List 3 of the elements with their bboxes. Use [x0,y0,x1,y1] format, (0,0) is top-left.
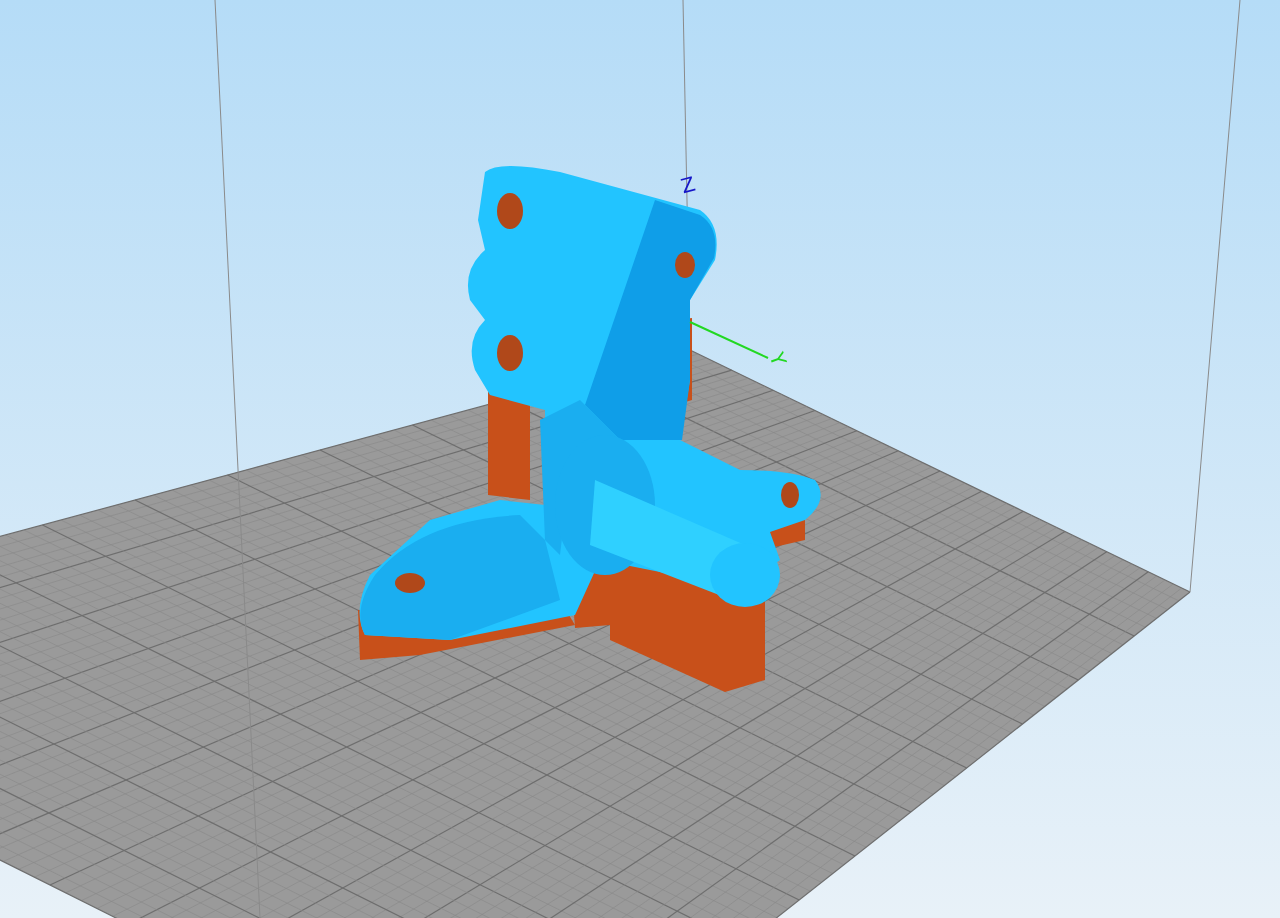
axis-label: Z [678,171,698,199]
axis-label: Y [764,349,792,369]
3d-viewport[interactable]: Z Y [0,0,1280,918]
